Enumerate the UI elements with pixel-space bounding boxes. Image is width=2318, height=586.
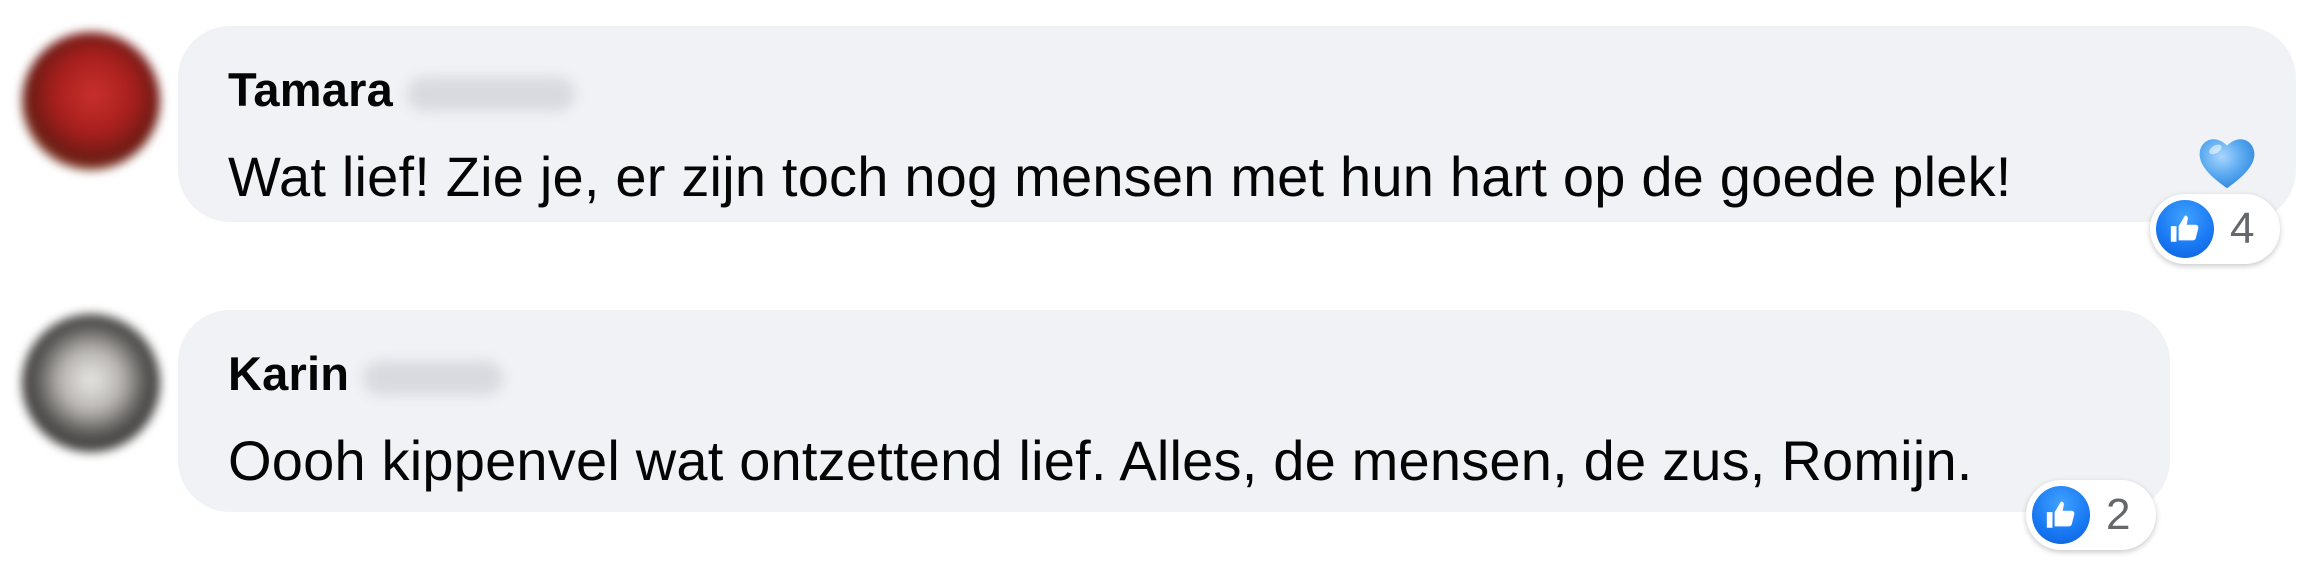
- author-first-name: Tamara: [228, 63, 393, 116]
- avatar[interactable]: [22, 314, 160, 452]
- comment-text: Oooh kippenvel wat ontzettend lief. Alle…: [228, 429, 1973, 492]
- comment-bubble: Karin Oooh kippenvel wat ontzettend lief…: [178, 310, 2170, 512]
- like-reaction-icon: [2032, 486, 2090, 544]
- comment-author[interactable]: Karin: [228, 346, 504, 401]
- blue-heart-icon: [2199, 139, 2255, 189]
- thumbs-up-icon: [2170, 215, 2199, 242]
- thumbs-up-icon: [2046, 501, 2075, 528]
- reaction-summary[interactable]: 4: [2150, 194, 2280, 264]
- reaction-count: 2: [2106, 490, 2131, 539]
- like-reaction-icon: [2156, 200, 2214, 258]
- avatar[interactable]: [22, 32, 160, 170]
- comment-author[interactable]: Tamara: [228, 62, 575, 117]
- author-surname-blurred: [363, 360, 504, 395]
- author-surname-blurred: [406, 76, 575, 111]
- author-first-name: Karin: [228, 347, 350, 400]
- reaction-summary[interactable]: 2: [2026, 480, 2156, 550]
- comment-bubble: Tamara Wat lief! Zie je, er zijn toch no…: [178, 26, 2296, 222]
- comment-text: Wat lief! Zie je, er zijn toch nog mense…: [228, 145, 2012, 208]
- reaction-count: 4: [2230, 204, 2255, 253]
